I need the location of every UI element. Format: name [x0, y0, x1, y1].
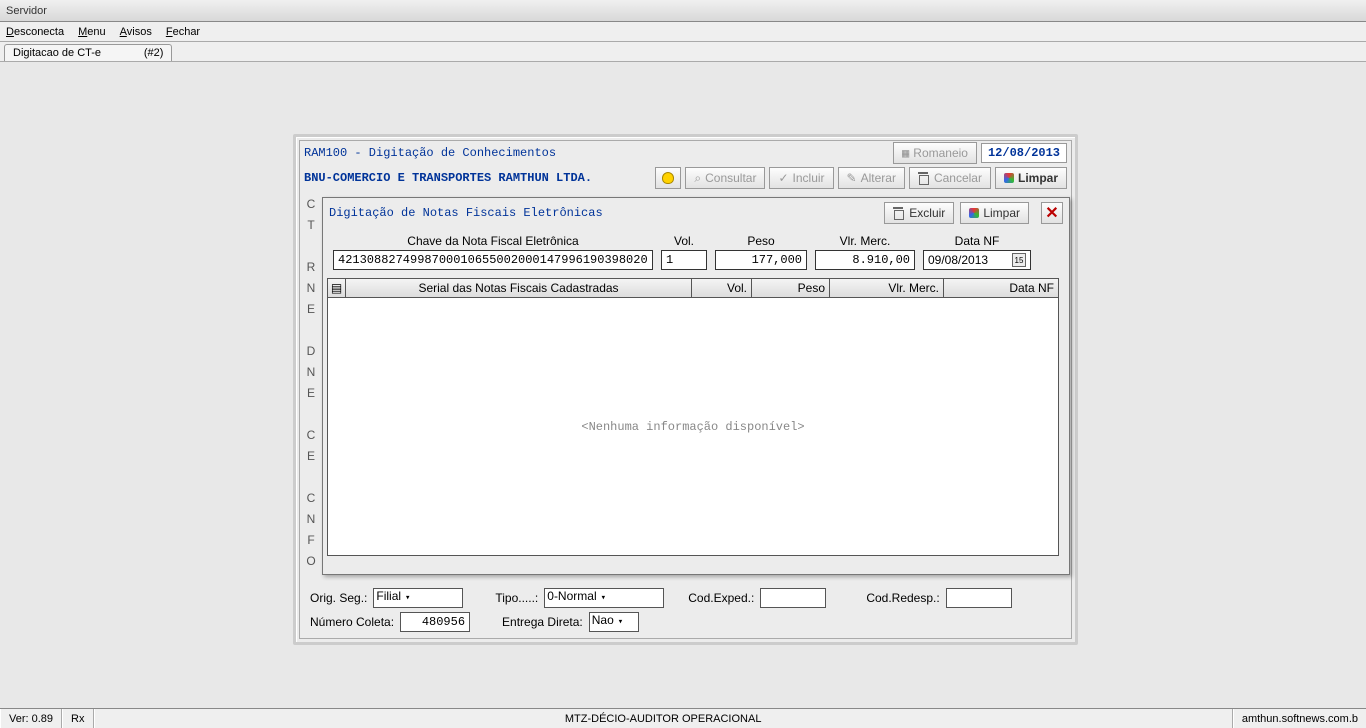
grid-empty-msg: <Nenhuma informação disponível> — [328, 298, 1058, 555]
edit-icon: ✎ — [847, 171, 857, 185]
grid-selector-header[interactable]: ▤ — [328, 279, 346, 297]
label-orig-seg: Orig. Seg.: — [310, 591, 367, 605]
bulb-icon — [662, 172, 674, 184]
label-peso: Peso — [715, 234, 807, 248]
trash-icon — [893, 207, 905, 219]
cancelar-button[interactable]: Cancelar — [909, 167, 991, 189]
select-orig-seg[interactable]: Filial — [373, 588, 463, 608]
excluir-button[interactable]: Excluir — [884, 202, 954, 224]
hint-button[interactable] — [655, 167, 681, 189]
label-numero-coleta: Número Coleta: — [310, 615, 394, 629]
status-version: Ver: 0.89 — [0, 709, 62, 728]
tab-digitacao-cte[interactable]: Digitacao de CT-e (#2) — [4, 44, 172, 61]
calendar-icon[interactable]: 15 — [1012, 253, 1026, 267]
col-peso[interactable]: Peso — [752, 279, 830, 297]
label-cod-exped: Cod.Exped.: — [688, 591, 754, 605]
main-panel: RAM100 - Digitação de Conhecimentos ▦ Ro… — [293, 134, 1078, 645]
modal-title: Digitação de Notas Fiscais Eletrônicas — [329, 206, 603, 220]
input-cod-exped[interactable] — [760, 588, 826, 608]
label-cod-redesp: Cod.Redesp.: — [866, 591, 939, 605]
label-tipo: Tipo.....: — [495, 591, 538, 605]
status-url: amthun.softnews.com.b — [1233, 709, 1366, 728]
nf-grid: ▤ Serial das Notas Fiscais Cadastradas V… — [327, 278, 1059, 556]
consultar-button[interactable]: ⌕Consultar — [685, 167, 765, 189]
menu-desconecta[interactable]: Desconecta — [6, 26, 64, 38]
search-icon: ⌕ — [694, 171, 701, 186]
label-data: Data NF — [923, 234, 1031, 248]
col-serial[interactable]: Serial das Notas Fiscais Cadastradas — [346, 279, 692, 297]
menu-menu[interactable]: Menu — [78, 26, 106, 38]
menu-avisos[interactable]: Avisos — [120, 26, 152, 38]
header-date: 12/08/2013 — [981, 143, 1067, 163]
close-button[interactable]: ✕ — [1041, 202, 1063, 224]
label-vlr: Vlr. Merc. — [815, 234, 915, 248]
program-title: RAM100 - Digitação de Conhecimentos — [304, 146, 556, 160]
input-vol[interactable] — [661, 250, 707, 270]
company-label: BNU-COMERCIO E TRANSPORTES RAMTHUN LTDA. — [304, 171, 592, 185]
clear-icon — [1004, 173, 1014, 183]
menubar: Desconecta Menu Avisos Fechar — [0, 22, 1366, 42]
input-cod-redesp[interactable] — [946, 588, 1012, 608]
incluir-button[interactable]: ✓Incluir — [769, 167, 833, 189]
col-vol[interactable]: Vol. — [692, 279, 752, 297]
check-icon: ✓ — [778, 171, 788, 185]
modal-limpar-button[interactable]: Limpar — [960, 202, 1029, 224]
window-titlebar: Servidor — [0, 0, 1366, 22]
status-rx: Rx — [62, 709, 93, 728]
col-vlr[interactable]: Vlr. Merc. — [830, 279, 944, 297]
nf-modal: Digitação de Notas Fiscais Eletrônicas E… — [322, 197, 1070, 575]
input-numero-coleta[interactable] — [400, 612, 470, 632]
side-letters: CT RNE DNE CE CNFO — [303, 197, 319, 570]
input-data[interactable]: 09/08/2013 15 — [923, 250, 1031, 270]
input-vlr[interactable] — [815, 250, 915, 270]
close-icon: ✕ — [1045, 203, 1058, 223]
workspace: RAM100 - Digitação de Conhecimentos ▦ Ro… — [0, 62, 1366, 708]
limpar-button[interactable]: Limpar — [995, 167, 1067, 189]
label-entrega-direta: Entrega Direta: — [502, 615, 583, 629]
romaneio-button[interactable]: ▦ Romaneio — [893, 142, 977, 164]
label-chave: Chave da Nota Fiscal Eletrônica — [333, 234, 653, 248]
menu-fechar[interactable]: Fechar — [166, 26, 200, 38]
statusbar: Ver: 0.89 Rx MTZ-DÉCIO-AUDITOR OPERACION… — [0, 708, 1366, 728]
status-user: MTZ-DÉCIO-AUDITOR OPERACIONAL — [94, 709, 1233, 728]
alterar-button[interactable]: ✎Alterar — [838, 167, 905, 189]
select-tipo[interactable]: 0-Normal — [544, 588, 664, 608]
tabbar: Digitacao de CT-e (#2) — [0, 42, 1366, 62]
input-chave[interactable] — [333, 250, 653, 270]
window-title: Servidor — [6, 5, 47, 17]
label-vol: Vol. — [661, 234, 707, 248]
select-entrega-direta[interactable]: Nao — [589, 612, 639, 632]
trash-icon — [918, 172, 930, 184]
col-data[interactable]: Data NF — [944, 279, 1058, 297]
input-peso[interactable] — [715, 250, 807, 270]
clear-icon — [969, 208, 979, 218]
